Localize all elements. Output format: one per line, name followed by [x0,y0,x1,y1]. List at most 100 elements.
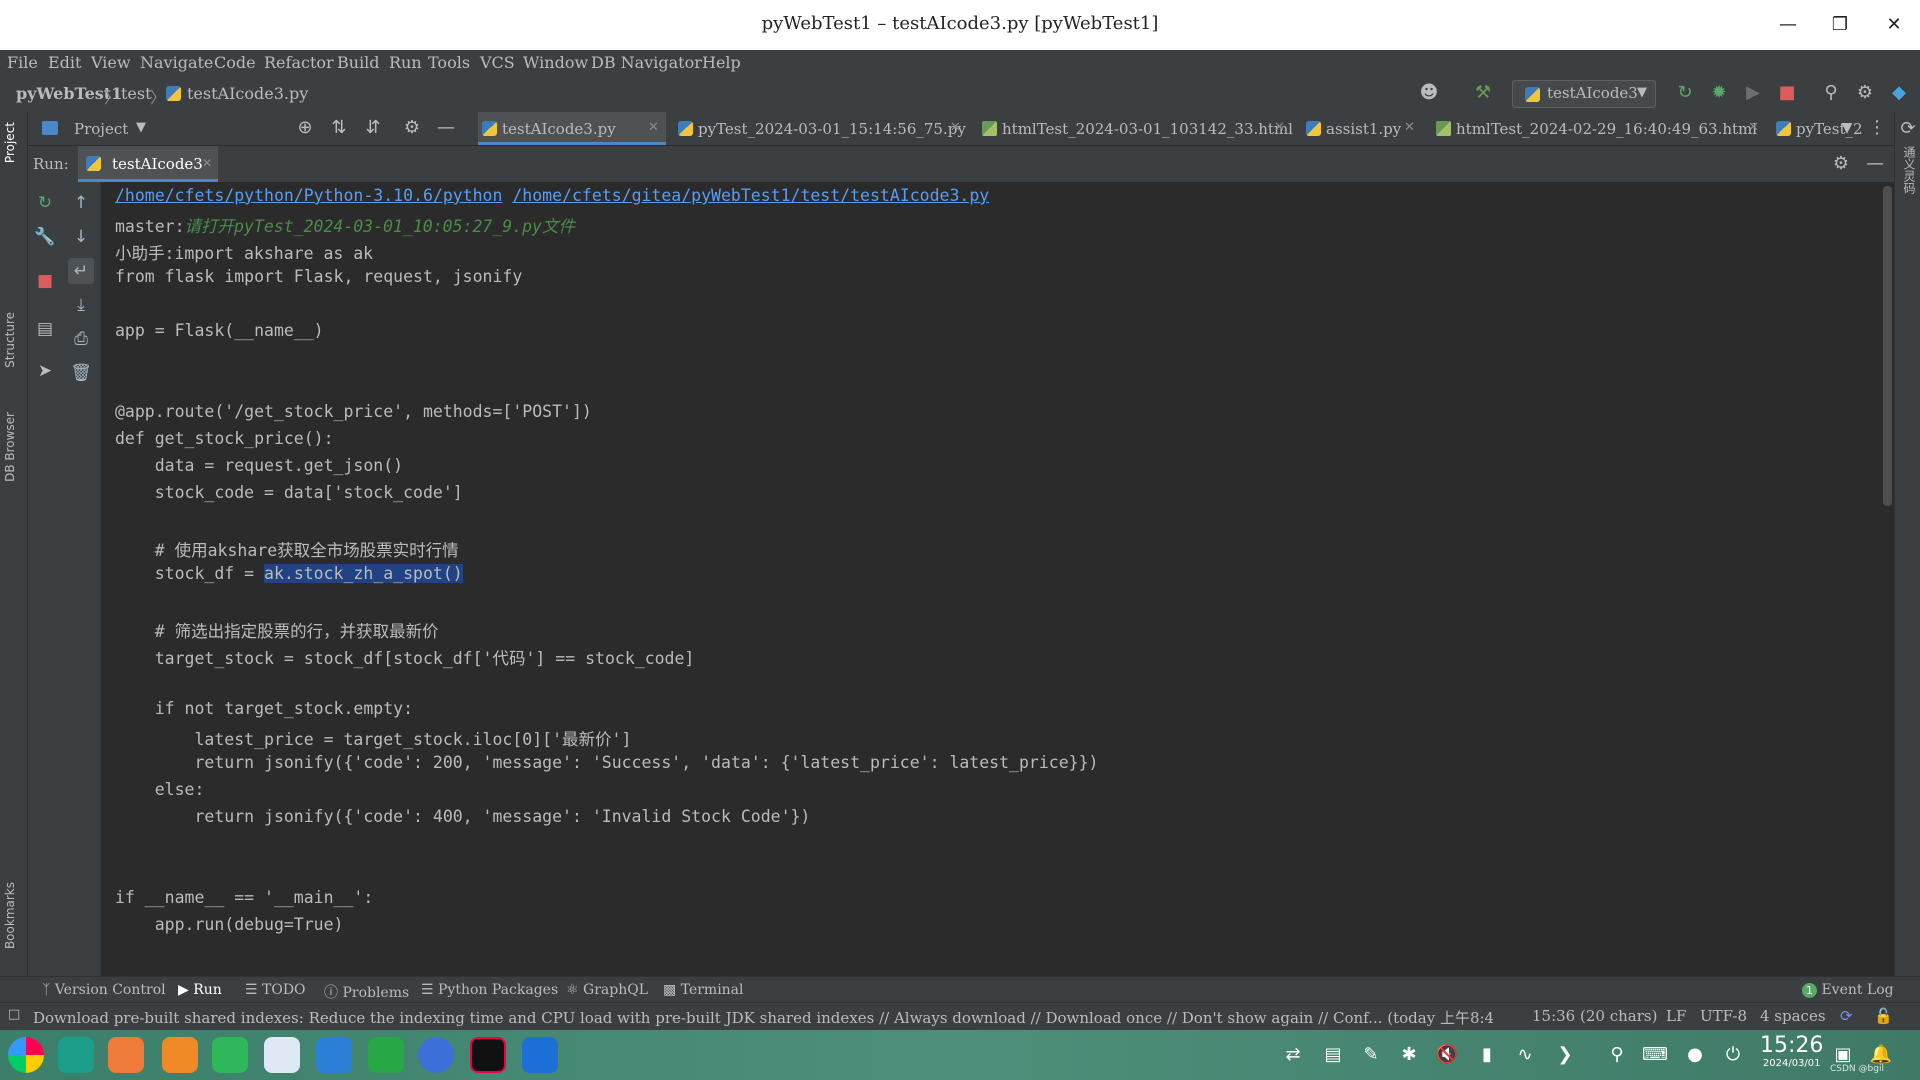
menu-run[interactable]: Run [389,53,422,72]
clipboard-icon[interactable]: ▤ [1320,1042,1346,1068]
volume-muted-icon[interactable]: 🔇 [1434,1042,1460,1068]
run-console-output[interactable]: /home/cfets/python/Python-3.10.6/python … [101,182,1881,976]
rerun-icon[interactable]: ↻ [1674,82,1696,104]
lock-icon[interactable]: 🔓 [1874,1007,1893,1025]
battery-icon[interactable]: ▮ [1474,1042,1500,1068]
debug-bug-icon[interactable]: ✹ [1708,82,1730,104]
notes-app-icon[interactable] [264,1037,300,1073]
expand-all-icon[interactable]: ⇅ [328,117,350,139]
music-app-icon[interactable] [212,1037,248,1073]
bookmarks-tool-button[interactable]: Bookmarks [3,882,17,949]
status-message[interactable]: Download pre-built shared indexes: Reduc… [33,1007,1493,1028]
close-tab-icon[interactable]: ✕ [1404,120,1415,135]
run-settings-gear-icon[interactable]: ⚙ [1830,153,1852,175]
pycharm-app-icon[interactable] [470,1037,506,1073]
run-configuration-selector[interactable]: testAIcode3 ▼ [1512,80,1656,108]
tab-assist1-py[interactable]: assist1.py ✕ [1302,112,1420,145]
launcher-icon[interactable] [8,1037,44,1073]
wrench-icon[interactable]: 🔧 [32,224,58,250]
version-control-tool-button[interactable]: ᛉ Version Control [42,982,166,998]
close-tab-icon[interactable]: ✕ [1274,120,1285,135]
app-store-icon[interactable] [108,1037,144,1073]
status-panel-icon[interactable]: □ [8,1007,20,1022]
menu-vcs[interactable]: VCS [480,53,515,72]
menu-code[interactable]: Code [214,53,256,72]
collapse-all-icon[interactable]: ⇵ [362,117,384,139]
menu-window[interactable]: Window [523,53,588,72]
hide-panel-icon[interactable]: — [435,117,457,139]
soft-wrap-icon[interactable]: ↵ [68,258,94,284]
browser-app-icon[interactable] [418,1037,454,1073]
search-icon[interactable]: ⚲ [1604,1042,1630,1068]
minimize-button[interactable]: — [1768,10,1808,40]
menu-help[interactable]: Help [702,53,741,72]
menu-navigate[interactable]: Navigate [140,53,213,72]
caret-position[interactable]: 15:36 (20 chars) [1532,1007,1657,1025]
console-vertical-scrollbar[interactable] [1881,182,1894,976]
close-button[interactable]: ✕ [1874,10,1914,40]
spreadsheet-app-icon[interactable] [368,1037,404,1073]
power-icon[interactable]: ⏻ [1720,1042,1746,1068]
menu-db-navigator[interactable]: DB Navigator [591,53,702,72]
menu-build[interactable]: Build [337,53,380,72]
tongyi-assistant-tool-button[interactable]: 通义灵码 [1901,146,1918,194]
build-hammer-icon[interactable]: ⚒ [1472,82,1494,104]
print-icon[interactable]: ⎙ [68,326,94,352]
terminal-tool-button[interactable]: ▩ Terminal [663,982,744,998]
hide-run-panel-icon[interactable]: — [1864,153,1886,175]
pin-icon[interactable]: ➤ [32,358,58,384]
breadcrumb-file[interactable]: testAIcode3.py [187,84,308,103]
run-tool-button[interactable]: ▶ Run [178,982,222,998]
arrow-down-icon[interactable]: ↓ [68,224,94,250]
more-options-icon[interactable]: ⋮ [1866,117,1888,139]
plugin-logo-icon[interactable]: ◆ [1888,82,1910,104]
wifi-icon[interactable]: ∿ [1512,1042,1538,1068]
pen-icon[interactable]: ✎ [1358,1042,1384,1068]
python-packages-tool-button[interactable]: ☰ Python Packages [421,982,558,998]
close-tab-icon[interactable]: ✕ [950,120,961,135]
tabs-overflow-chevron-icon[interactable]: ▼ [1836,117,1858,139]
scrollbar-thumb[interactable] [1883,186,1892,506]
file-manager-icon[interactable] [316,1037,352,1073]
db-browser-tool-button[interactable]: DB Browser [3,412,17,482]
settings-gear-icon[interactable]: ⚙ [1854,82,1876,104]
event-log-tool-button[interactable]: 1 Event Log [1802,982,1894,998]
stop-icon[interactable]: ■ [1776,82,1798,104]
chevron-right-icon[interactable]: ❯ [1552,1042,1578,1068]
user-icon[interactable]: ☻ [1418,82,1440,104]
locate-target-icon[interactable]: ⊕ [294,117,316,139]
tab-htmltest-file[interactable]: htmlTest_2024-03-01_103142_33.html ✕ [978,112,1293,145]
close-tab-icon[interactable]: ✕ [1748,120,1759,135]
menu-view[interactable]: View [91,53,131,72]
graphql-tool-button[interactable]: ⚛ GraphQL [566,982,648,998]
panel-settings-gear-icon[interactable]: ⚙ [401,117,423,139]
project-tool-button[interactable]: Project [3,122,17,163]
todo-tool-button[interactable]: ☰ TODO [245,982,306,998]
menu-refactor[interactable]: Refactor [264,53,334,72]
system-clock[interactable]: 15:26 2024/03/01 [1760,1033,1823,1069]
tab-htmltest-file-2[interactable]: htmlTest_2024-02-29_16:40:49_63.html ✕ [1432,112,1762,145]
bluetooth-icon[interactable]: ✱ [1396,1042,1422,1068]
assistant-status-icon[interactable]: ⟳ [1840,1007,1853,1025]
menu-tools[interactable]: Tools [428,53,470,72]
run-tab-testaicode3[interactable]: testAIcode3 ✕ [78,146,218,182]
tab-testaicode3-py[interactable]: testAIcode3.py ✕ [478,112,666,145]
project-panel-header[interactable]: Project ▼ [36,112,156,145]
network-transfer-icon[interactable]: ⇄ [1280,1042,1306,1068]
breadcrumb-folder[interactable]: test [121,84,152,103]
files-app-icon[interactable] [162,1037,198,1073]
assistant-icon[interactable]: ⟳ [1897,118,1919,140]
stop-icon[interactable]: ■ [32,268,58,294]
tab-pytest-file[interactable]: pyTest_2024-03-01_15:14:56_75.py ✕ [674,112,966,145]
script-path-link[interactable]: /home/cfets/gitea/pyWebTest1/test/testAI… [512,186,989,205]
scroll-to-end-icon[interactable]: ⤓ [68,292,94,318]
rerun-icon[interactable]: ↻ [32,190,58,216]
menu-edit[interactable]: Edit [48,53,81,72]
voice-assistant-icon[interactable]: ● [1682,1042,1708,1068]
terminal-app-icon[interactable] [58,1037,94,1073]
problems-tool-button[interactable]: ⓘ Problems [324,982,409,1002]
close-tab-icon[interactable]: ✕ [202,156,212,170]
maximize-button[interactable]: ❐ [1820,10,1860,40]
trash-icon[interactable]: 🗑 [68,360,94,386]
line-separator[interactable]: LF [1666,1007,1686,1025]
